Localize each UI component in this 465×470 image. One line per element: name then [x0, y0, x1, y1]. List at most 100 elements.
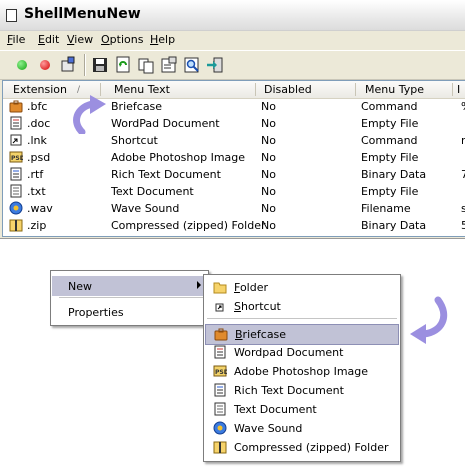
submenu-item-label: Folder	[234, 281, 268, 294]
submenu-item[interactable]: Rich Text Document	[205, 381, 399, 400]
cell-disabled: No	[261, 151, 276, 164]
menu-file[interactable]: File	[7, 33, 25, 46]
submenu-item[interactable]: PSD Adobe Photoshop Image	[205, 362, 399, 381]
column-header-disabled[interactable]: Disabled	[264, 83, 312, 97]
column-header-menu-type[interactable]: Menu Type	[365, 83, 424, 97]
disable-button[interactable]	[35, 55, 55, 75]
column-header-extension[interactable]: Extension	[13, 83, 67, 97]
window-title: ShellMenuNew	[24, 6, 141, 22]
cell-menu-text: Compressed (zipped) Folder	[111, 219, 266, 232]
exit-button[interactable]	[205, 55, 225, 75]
table-row[interactable]: .zip Compressed (zipped) Folder No Binary D…	[3, 217, 465, 234]
menu-edit[interactable]: Edit	[38, 33, 59, 46]
zip-icon	[9, 219, 23, 232]
column-header-menu-text[interactable]: Menu Text	[114, 83, 170, 97]
submenu-item[interactable]: Wave Sound	[205, 419, 399, 438]
menu-item-label: New	[68, 280, 92, 293]
submenu-item-label: Rich Text Document	[234, 384, 344, 397]
column-divider[interactable]	[355, 83, 356, 96]
svg-text:PSD: PSD	[11, 155, 23, 162]
menu-divider	[207, 318, 397, 319]
menu-help[interactable]: Help	[150, 33, 175, 46]
shortcut-icon	[215, 303, 224, 312]
submenu-item[interactable]: Wordpad Document	[205, 343, 399, 362]
submenu-item-label: Wordpad Document	[234, 346, 344, 359]
copy-button[interactable]	[136, 55, 156, 75]
psd-icon: PSD	[213, 365, 227, 377]
cell-extension: .txt	[27, 185, 46, 198]
column-divider[interactable]	[255, 83, 256, 96]
cell-menu-text: Shortcut	[111, 134, 158, 147]
cell-menu-type: Command	[361, 134, 418, 147]
table-row[interactable]: .txt Text Document No Empty File	[3, 183, 465, 200]
document-icon	[10, 116, 22, 130]
cell-extra: r	[461, 134, 465, 147]
enable-button[interactable]	[12, 55, 32, 75]
cell-menu-text: WordPad Document	[111, 117, 220, 130]
column-header-extra[interactable]: I	[457, 83, 460, 97]
wave-icon	[213, 421, 227, 435]
menu-item-new[interactable]: New	[52, 276, 207, 296]
submenu-item-label: Shortcut	[234, 300, 281, 313]
cell-extra: %	[461, 100, 465, 113]
cell-menu-type: Empty File	[361, 185, 419, 198]
submenu-item[interactable]: Compressed (zipped) Folder	[205, 438, 399, 457]
cell-menu-text: Adobe Photoshop Image	[111, 151, 246, 164]
table-row[interactable]: .lnk Shortcut No Command r	[3, 132, 465, 149]
refresh-button[interactable]	[113, 55, 133, 75]
wave-icon	[9, 201, 23, 215]
rtf-icon	[214, 383, 226, 397]
save-button[interactable]	[90, 55, 110, 75]
cell-extension: .zip	[27, 219, 47, 232]
menu-divider	[59, 297, 204, 298]
cell-menu-text: Wave Sound	[111, 202, 180, 215]
menu-item-properties[interactable]: Properties	[52, 302, 207, 322]
menu-options[interactable]: Options	[101, 33, 143, 46]
curved-arrow-icon	[73, 95, 106, 134]
cell-extension: .psd	[27, 151, 51, 164]
table-row[interactable]: PSD .psd Adobe Photoshop Image No Empty File	[3, 149, 465, 166]
cell-disabled: No	[261, 219, 276, 232]
copy-icon	[138, 58, 154, 74]
properties-icon	[61, 56, 75, 72]
cell-disabled: No	[261, 168, 276, 181]
cell-menu-type: Filename	[361, 202, 411, 215]
submenu-item-folder[interactable]: Folder	[205, 278, 399, 297]
column-divider[interactable]	[452, 83, 453, 96]
submenu-item[interactable]: Text Document	[205, 400, 399, 419]
rtf-icon	[10, 167, 22, 181]
submenu-item[interactable]: Briefcase	[205, 324, 399, 345]
submenu-item-shortcut[interactable]: Shortcut	[205, 297, 399, 316]
cell-extension: .doc	[27, 117, 51, 130]
cell-disabled: No	[261, 202, 276, 215]
cell-disabled: No	[261, 134, 276, 147]
menu-view[interactable]: View	[67, 33, 93, 46]
menu-item-label: Properties	[68, 306, 124, 319]
red-dot-icon	[40, 60, 50, 70]
cell-extra: 7	[461, 168, 465, 181]
table-row[interactable]: .wav Wave Sound No Filename s	[3, 200, 465, 217]
briefcase-icon	[214, 328, 228, 341]
submenu-item-label: Text Document	[234, 403, 317, 416]
document-icon	[214, 345, 226, 359]
submenu-item-label: Briefcase	[235, 328, 287, 341]
cell-menu-type: Command	[361, 100, 418, 113]
psd-icon: PSD	[9, 151, 23, 163]
cell-disabled: No	[261, 100, 276, 113]
table-row[interactable]: .rtf Rich Text Document No Binary Data 7	[3, 166, 465, 183]
context-menu: New Properties	[50, 270, 209, 326]
properties-button[interactable]	[159, 55, 179, 75]
cell-menu-text: Briefcase	[111, 100, 163, 113]
green-dot-icon	[17, 60, 27, 70]
advanced-properties-button[interactable]	[58, 55, 78, 75]
cell-menu-type: Empty File	[361, 151, 419, 164]
submenu-arrow-icon	[197, 281, 201, 289]
properties-icon	[161, 56, 177, 73]
submenu-item-label: Compressed (zipped) Folder	[234, 441, 389, 454]
cell-disabled: No	[261, 185, 276, 198]
app-icon	[6, 9, 17, 22]
cell-extra: 5	[461, 219, 465, 232]
submenu-item-label: Wave Sound	[234, 422, 303, 435]
find-button[interactable]	[182, 55, 202, 75]
text-icon	[10, 184, 22, 198]
